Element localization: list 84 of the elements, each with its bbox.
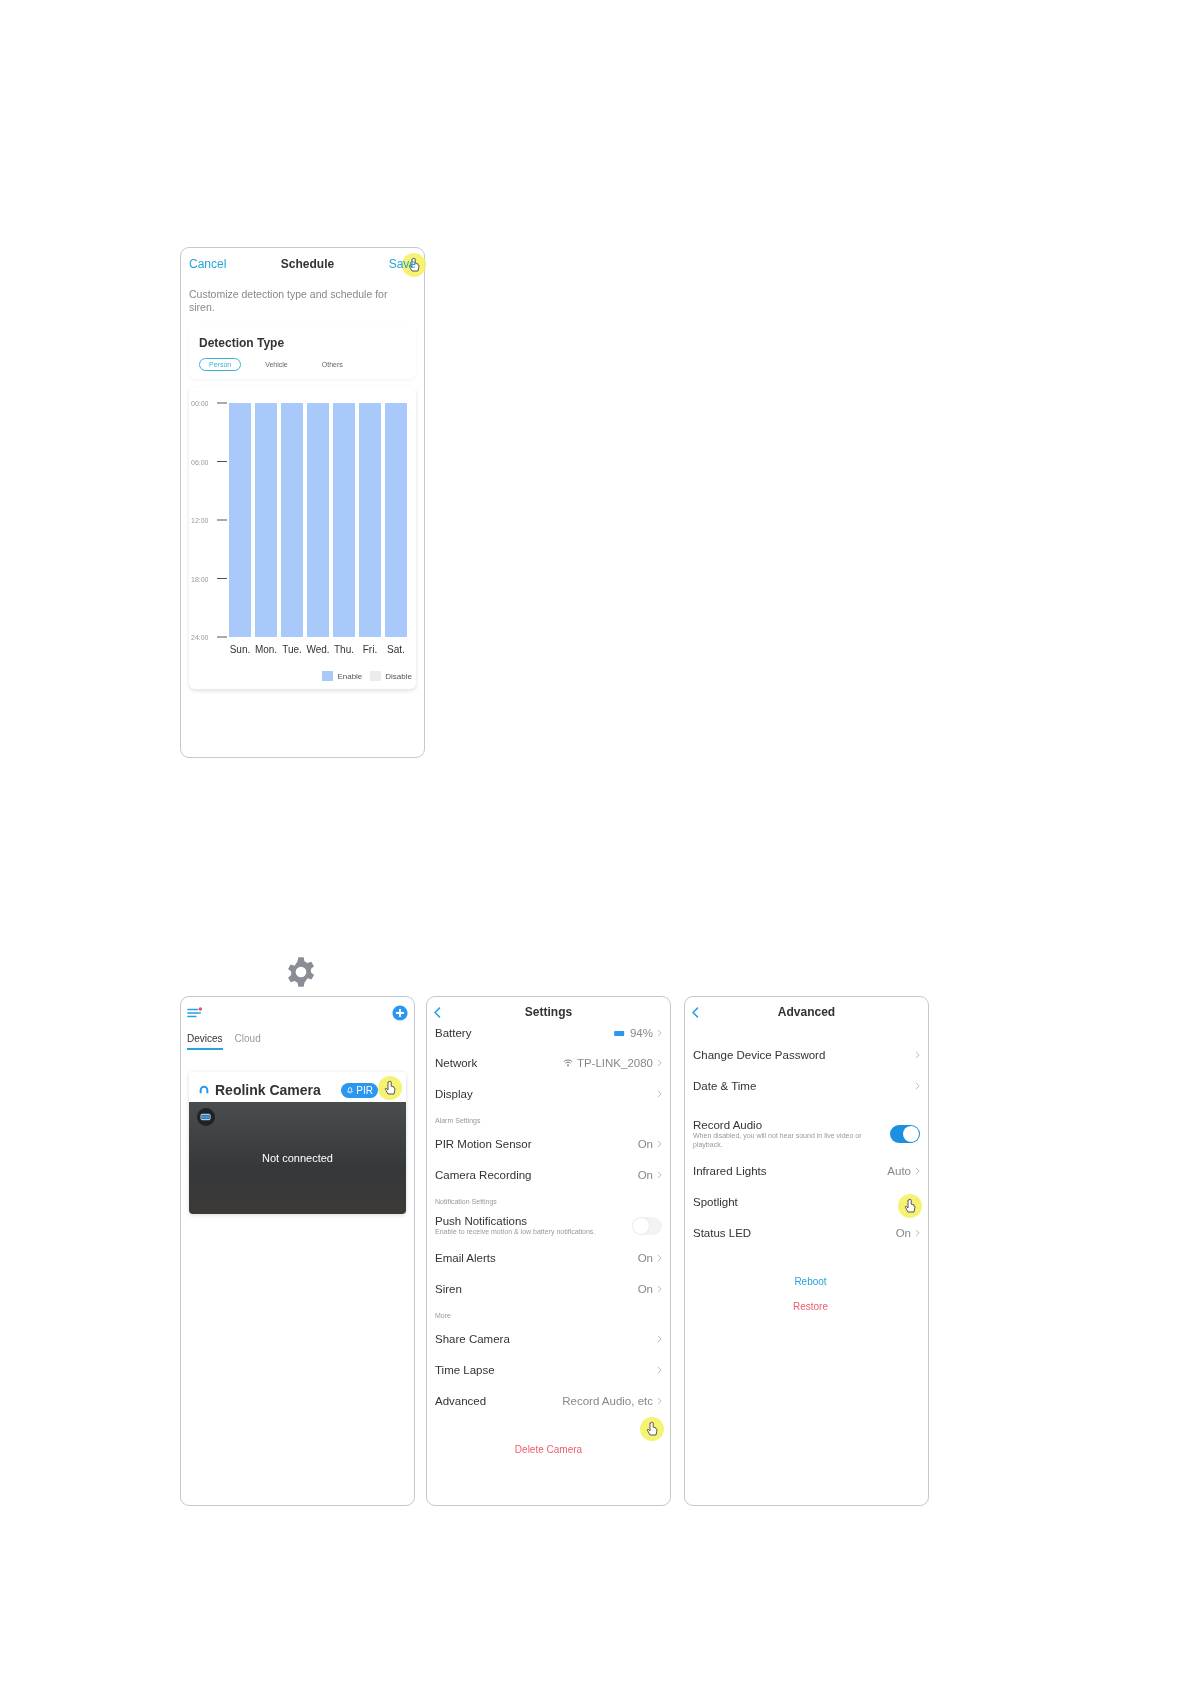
pointer-cursor-icon [898, 1194, 922, 1218]
settings-row[interactable]: Advanced Record Audio, etc [435, 1385, 662, 1416]
setting-value: On [895, 1226, 911, 1239]
battery-icon [613, 1030, 626, 1036]
setting-value: On [637, 1137, 653, 1150]
camera-preview-placeholder[interactable]: Not connected [189, 1102, 406, 1214]
day-label: Thu. [334, 644, 354, 655]
wifi-icon [562, 1058, 573, 1067]
settings-row[interactable]: Network TP-LINK_2080 [435, 1047, 662, 1078]
setting-label: Time Lapse [435, 1363, 495, 1376]
setting-label: Push Notifications [435, 1215, 529, 1227]
add-icon[interactable] [392, 1005, 408, 1021]
day-label: Fri. [362, 644, 378, 655]
setting-value: On [637, 1282, 653, 1295]
schedule-bar[interactable] [255, 403, 277, 637]
settings-row[interactable]: Change Device Password [693, 1039, 920, 1070]
schedule-bar[interactable] [229, 403, 251, 637]
day-label: Sun. [229, 644, 251, 655]
settings-row[interactable]: Camera Recording On [435, 1159, 662, 1190]
section-title: Detection Type [199, 336, 286, 350]
description-text: Customize detection type and schedule for siren. [189, 288, 389, 314]
day-label: Wed. [306, 644, 330, 655]
back-icon[interactable] [691, 1006, 700, 1019]
setting-label: PIR Motion Sensor [435, 1137, 532, 1150]
setting-value: TP-LINK_2080 [576, 1056, 653, 1069]
schedule-bar[interactable] [281, 403, 303, 637]
tick-mark [216, 402, 228, 404]
setting-label: Record Audio [693, 1119, 764, 1131]
screen-title: Settings [524, 1005, 573, 1019]
settings-row[interactable]: PIR Motion Sensor On [435, 1128, 662, 1159]
tick-mark [216, 519, 228, 521]
setting-label: Camera Recording [435, 1168, 532, 1181]
setting-label: Email Alerts [435, 1251, 496, 1264]
schedule-bar[interactable] [359, 403, 381, 637]
setting-label: Display [435, 1087, 473, 1100]
setting-value: Record Audio, etc [562, 1394, 653, 1407]
day-label: Tue. [282, 644, 302, 655]
setting-label: Spotlight [693, 1195, 738, 1208]
setting-label: Network [435, 1056, 478, 1069]
setting-value: On [637, 1251, 653, 1264]
tick-mark [216, 578, 228, 579]
tab[interactable]: Devices [187, 1033, 223, 1050]
settings-row[interactable]: Infrared Lights Auto [693, 1155, 920, 1186]
connection-status: Not connected [262, 1152, 333, 1164]
setting-label: Battery [435, 1027, 472, 1039]
settings-row[interactable]: Date & Time [693, 1070, 920, 1101]
setting-label: Share Camera [435, 1332, 510, 1345]
setting-value: On [637, 1168, 653, 1181]
badge-label: PIR [356, 1084, 373, 1096]
settings-row[interactable]: Time Lapse [435, 1354, 662, 1385]
schedule-bar[interactable] [307, 403, 329, 637]
bell-icon [346, 1086, 355, 1094]
setting-value: 94% [629, 1027, 653, 1039]
settings-row[interactable]: Share Camera [435, 1323, 662, 1354]
setting-label: Infrared Lights [693, 1164, 767, 1177]
screen-title: Advanced [777, 1005, 836, 1019]
setting-label: Change Device Password [693, 1048, 826, 1061]
legend-label: Enable [337, 671, 363, 681]
settings-icon [285, 956, 317, 988]
pointer-cursor-icon [640, 1417, 664, 1441]
battery-icon [197, 1108, 215, 1126]
setting-label: Advanced [435, 1394, 487, 1407]
toggle-switch[interactable] [890, 1125, 920, 1143]
pointer-cursor-icon [378, 1076, 402, 1100]
settings-row[interactable]: Email Alerts On [435, 1242, 662, 1273]
settings-row[interactable]: Status LED On [693, 1217, 920, 1248]
screen-title: Schedule [280, 257, 335, 271]
settings-row[interactable]: Siren On [435, 1273, 662, 1304]
setting-label: Siren [435, 1282, 462, 1295]
schedule-bar[interactable] [333, 403, 355, 637]
settings-row[interactable]: Battery 94% [435, 1027, 662, 1047]
setting-value: Auto [887, 1164, 911, 1177]
tick-mark [216, 461, 228, 462]
settings-row[interactable]: Display [435, 1078, 662, 1109]
day-label: Sat. [387, 644, 405, 655]
back-icon[interactable] [433, 1006, 442, 1019]
setting-label: Date & Time [693, 1079, 757, 1092]
legend-label: Disable [385, 671, 412, 681]
tick-mark [216, 636, 228, 638]
schedule-bar[interactable] [385, 403, 407, 637]
camera-name: Reolink Camera [215, 1082, 322, 1098]
setting-label: Status LED [693, 1226, 752, 1239]
day-label: Mon. [254, 644, 278, 655]
camera-status-icon [199, 1085, 209, 1095]
